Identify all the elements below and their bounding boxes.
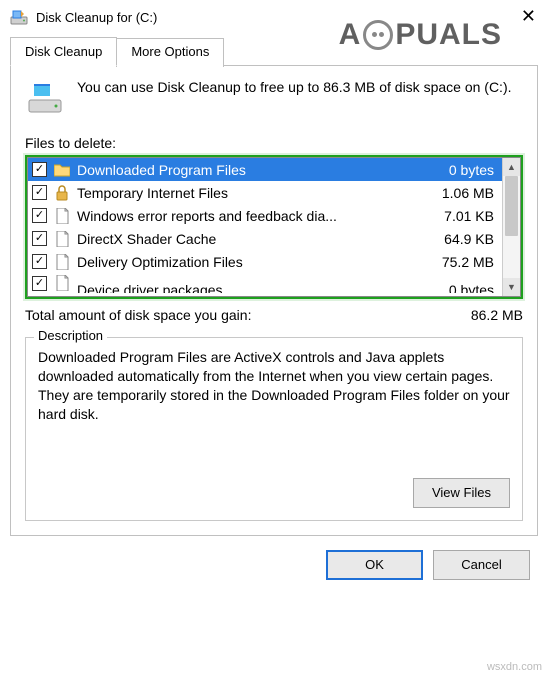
file-name: Downloaded Program Files [77,162,422,178]
file-size: 0 bytes [428,282,498,293]
dialog-buttons: OK Cancel [0,536,548,594]
file-icon [53,230,71,248]
tab-content: You can use Disk Cleanup to free up to 8… [10,66,538,536]
checkbox[interactable]: ✓ [32,208,47,223]
lock-icon [53,184,71,202]
description-group: Description Downloaded Program Files are… [25,337,523,521]
list-item[interactable]: ✓ Downloaded Program Files 0 bytes [28,158,502,181]
checkbox[interactable]: ✓ [32,162,47,177]
total-row: Total amount of disk space you gain: 86.… [25,307,523,323]
cancel-button[interactable]: Cancel [433,550,530,580]
scroll-thumb[interactable] [505,176,518,236]
ok-button[interactable]: OK [326,550,423,580]
list-item[interactable]: ✓ Temporary Internet Files 1.06 MB [28,181,502,204]
checkbox[interactable]: ✓ [32,254,47,269]
scroll-track[interactable] [503,176,520,278]
list-item[interactable]: ✓ Delivery Optimization Files 75.2 MB [28,250,502,273]
total-label: Total amount of disk space you gain: [25,307,251,323]
close-button[interactable]: ✕ [521,6,536,27]
file-size: 7.01 KB [428,208,498,224]
description-legend: Description [34,328,107,343]
window-title: Disk Cleanup for (C:) [36,10,157,25]
list-item[interactable]: ✓ Device driver packages 0 bytes [28,273,502,293]
source-watermark: wsxdn.com [487,661,542,673]
list-item[interactable]: ✓ Windows error reports and feedback dia… [28,204,502,227]
file-size: 1.06 MB [428,185,498,201]
disk-cleanup-icon [10,8,28,26]
file-name: Temporary Internet Files [77,185,422,201]
file-rows: ✓ Downloaded Program Files 0 bytes ✓ Tem… [28,158,502,296]
file-size: 0 bytes [428,162,498,178]
file-size: 64.9 KB [428,231,498,247]
total-value: 86.2 MB [471,307,523,323]
info-text: You can use Disk Cleanup to free up to 8… [77,78,512,98]
folder-icon [53,161,71,179]
scrollbar[interactable]: ▲ ▼ [502,158,520,296]
file-name: Delivery Optimization Files [77,254,422,270]
scroll-up-button[interactable]: ▲ [503,158,520,176]
file-name: Device driver packages [77,282,422,293]
file-name: DirectX Shader Cache [77,231,422,247]
scroll-down-button[interactable]: ▼ [503,278,520,296]
checkbox[interactable]: ✓ [32,185,47,200]
view-files-button[interactable]: View Files [413,478,510,508]
file-name: Windows error reports and feedback dia..… [77,208,422,224]
file-icon [53,274,71,292]
description-text: Downloaded Program Files are ActiveX con… [38,348,510,424]
tab-more-options[interactable]: More Options [116,38,224,67]
file-list: ✓ Downloaded Program Files 0 bytes ✓ Tem… [27,157,521,297]
tab-strip: Disk Cleanup More Options [10,36,538,66]
file-icon [53,253,71,271]
checkbox[interactable]: ✓ [32,231,47,246]
checkbox[interactable]: ✓ [32,276,47,291]
info-row: You can use Disk Cleanup to free up to 8… [25,78,523,121]
titlebar: Disk Cleanup for (C:) ✕ [0,0,548,30]
file-list-highlight: ✓ Downloaded Program Files 0 bytes ✓ Tem… [25,155,523,299]
drive-icon [25,78,65,121]
file-icon [53,207,71,225]
list-item[interactable]: ✓ DirectX Shader Cache 64.9 KB [28,227,502,250]
files-to-delete-label: Files to delete: [25,135,523,151]
file-size: 75.2 MB [428,254,498,270]
tab-disk-cleanup[interactable]: Disk Cleanup [10,37,117,66]
